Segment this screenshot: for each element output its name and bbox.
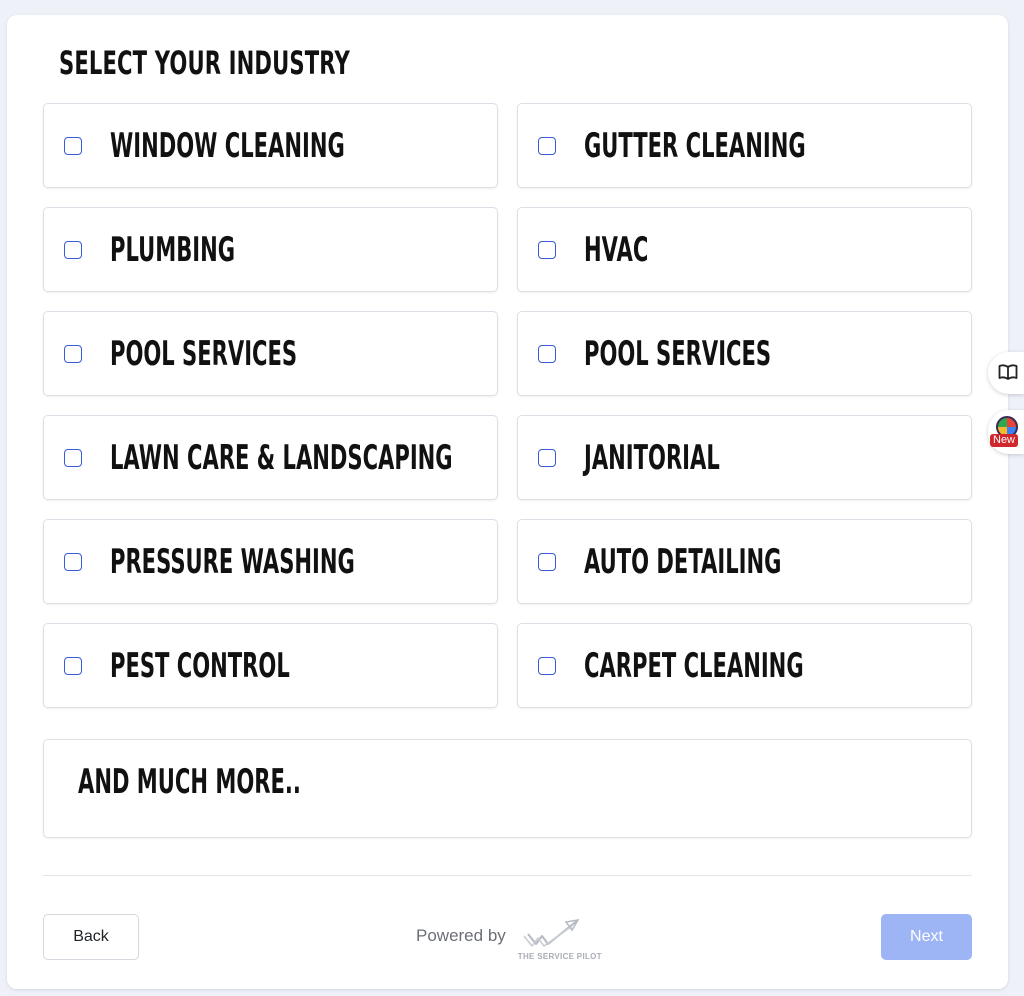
- industry-option-pool-services[interactable]: POOL SERVICES: [43, 311, 498, 396]
- industry-checkbox[interactable]: [64, 345, 82, 363]
- industry-checkbox[interactable]: [538, 449, 556, 467]
- footer-divider: [43, 875, 972, 876]
- industry-option-label: PLUMBING: [110, 230, 236, 270]
- industry-option-label: AUTO DETAILING: [584, 542, 782, 582]
- paper-plane-logo-icon: [523, 918, 580, 947]
- much-more-label: AND MUCH MORE..: [78, 762, 301, 802]
- industry-option-label: JANITORIAL: [584, 438, 720, 478]
- industry-option-auto-detailing[interactable]: AUTO DETAILING: [517, 519, 972, 604]
- industry-form-card: SELECT YOUR INDUSTRY WINDOW CLEANING GUT…: [7, 15, 1008, 989]
- industry-option-pressure-washing[interactable]: PRESSURE WASHING: [43, 519, 498, 604]
- industry-option-label: POOL SERVICES: [110, 334, 298, 374]
- industry-option-label: GUTTER CLEANING: [584, 126, 806, 166]
- industry-checkbox[interactable]: [538, 137, 556, 155]
- industry-option-hvac[interactable]: HVAC: [517, 207, 972, 292]
- industry-grid: WINDOW CLEANING GUTTER CLEANING PLUMBING…: [43, 103, 972, 708]
- next-button[interactable]: Next: [881, 914, 972, 960]
- book-open-icon: [998, 364, 1018, 380]
- industry-option-gutter-cleaning[interactable]: GUTTER CLEANING: [517, 103, 972, 188]
- industry-option-label: PEST CONTROL: [110, 646, 290, 686]
- industry-checkbox[interactable]: [64, 449, 82, 467]
- industry-option-plumbing[interactable]: PLUMBING: [43, 207, 498, 292]
- industry-option-carpet-cleaning[interactable]: CARPET CLEANING: [517, 623, 972, 708]
- industry-checkbox[interactable]: [538, 657, 556, 675]
- industry-option-label: CARPET CLEANING: [584, 646, 804, 686]
- industry-checkbox[interactable]: [64, 657, 82, 675]
- logo-text: THE SERVICE PILOT: [517, 952, 602, 961]
- industry-option-label: HVAC: [584, 230, 649, 270]
- industry-option-label: WINDOW CLEANING: [110, 126, 345, 166]
- industry-option-label: PRESSURE WASHING: [110, 542, 355, 582]
- industry-checkbox[interactable]: [64, 241, 82, 259]
- industry-checkbox[interactable]: [64, 137, 82, 155]
- side-new-tab[interactable]: New: [988, 410, 1024, 454]
- industry-option-label: POOL SERVICES: [584, 334, 772, 374]
- industry-option-label: LAWN CARE & LANDSCAPING: [110, 438, 453, 478]
- industry-option-pool-services-2[interactable]: POOL SERVICES: [517, 311, 972, 396]
- industry-option-janitorial[interactable]: JANITORIAL: [517, 415, 972, 500]
- powered-by-text: Powered by: [416, 926, 506, 945]
- industry-checkbox[interactable]: [64, 553, 82, 571]
- industry-option-pest-control[interactable]: PEST CONTROL: [43, 623, 498, 708]
- industry-option-lawn-care[interactable]: LAWN CARE & LANDSCAPING: [43, 415, 498, 500]
- powered-by: Powered by THE SERVICE PILOT: [416, 915, 602, 965]
- industry-checkbox[interactable]: [538, 553, 556, 571]
- industry-option-window-cleaning[interactable]: WINDOW CLEANING: [43, 103, 498, 188]
- industry-checkbox[interactable]: [538, 345, 556, 363]
- industry-checkbox[interactable]: [538, 241, 556, 259]
- new-badge: New: [990, 434, 1019, 447]
- page-title: SELECT YOUR INDUSTRY: [59, 44, 350, 82]
- side-book-tab[interactable]: [988, 352, 1024, 394]
- back-button[interactable]: Back: [43, 914, 139, 960]
- service-pilot-logo[interactable]: THE SERVICE PILOT: [517, 916, 602, 964]
- much-more-box: AND MUCH MORE..: [43, 739, 972, 838]
